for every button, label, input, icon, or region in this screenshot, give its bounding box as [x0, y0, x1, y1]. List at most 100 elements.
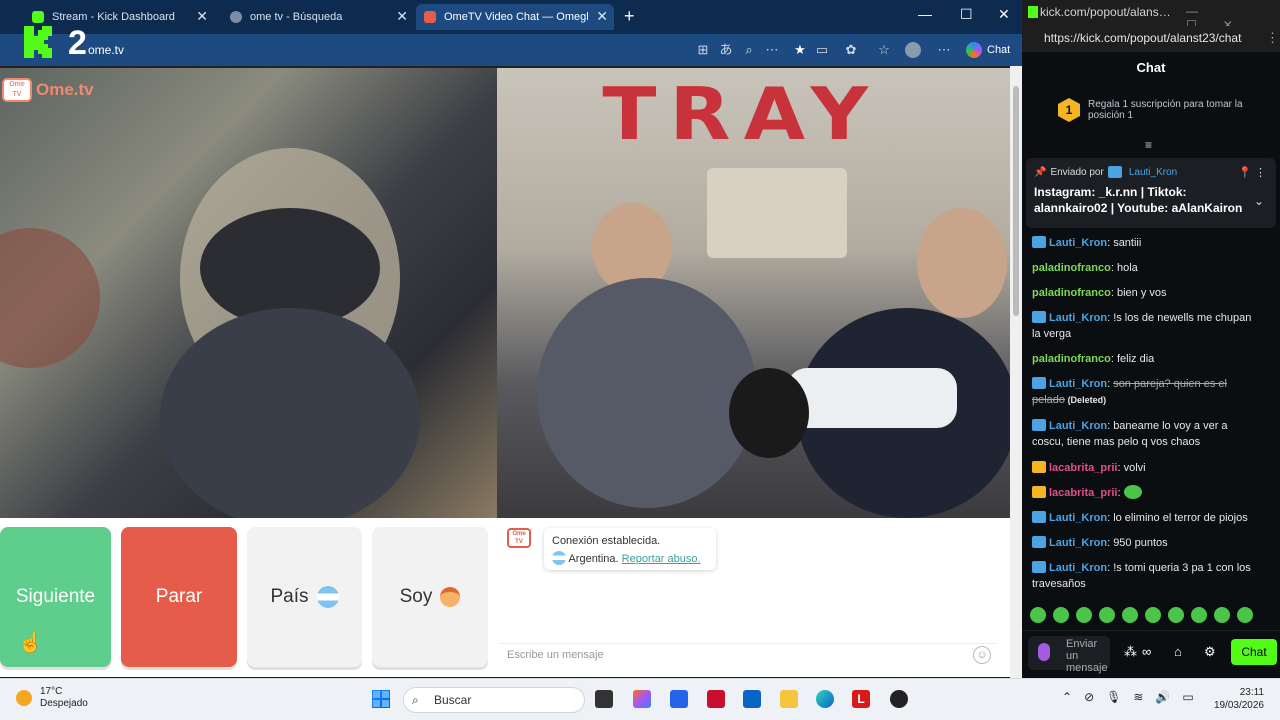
close-window-icon[interactable]: ✕	[998, 6, 1010, 23]
pinned-user[interactable]: Lauti_Kron	[1129, 167, 1177, 178]
taskbar-search[interactable]: ⌕ Buscar	[403, 687, 585, 713]
tab-search[interactable]: ome tv - Búsqueda ✕	[222, 4, 414, 30]
chat-username[interactable]: Lauti_Kron	[1049, 420, 1107, 432]
new-tab-button[interactable]: +	[624, 6, 635, 27]
emote-icon[interactable]	[1191, 607, 1207, 623]
favorites-icon[interactable]: ☆	[876, 42, 892, 58]
chat-username[interactable]: Lauti_Kron	[1049, 378, 1107, 390]
l-app-icon[interactable]: L	[852, 690, 870, 708]
chat-username[interactable]: paladinofranco	[1032, 287, 1111, 299]
network-off-icon[interactable]: ⊘	[1084, 690, 1094, 704]
mic-icon[interactable]	[1038, 643, 1050, 661]
stop-button[interactable]: Parar	[121, 527, 237, 667]
page-scrollbar[interactable]	[1010, 66, 1022, 678]
chevron-up-icon[interactable]: ⌃	[1062, 690, 1072, 704]
emote-icon[interactable]	[1099, 607, 1115, 623]
send-chat-button[interactable]: Chat	[1231, 639, 1277, 665]
emote-icon[interactable]	[1168, 607, 1184, 623]
ometv-logo-box: Ome TV	[2, 78, 32, 102]
obs-icon[interactable]	[890, 690, 908, 708]
next-button[interactable]: Siguiente	[0, 527, 111, 667]
system-message: Conexión establecida. Argentina. Reporta…	[544, 528, 716, 570]
emote-icon[interactable]	[1145, 607, 1161, 623]
chat-username[interactable]: Lauti_Kron	[1049, 237, 1107, 249]
app-available-icon[interactable]: ⊞	[695, 42, 711, 58]
mcafee-icon[interactable]	[707, 690, 725, 708]
tab-ometv[interactable]: OmeTV Video Chat — Omegl ✕	[416, 4, 614, 30]
settings-gear-icon[interactable]: ⚙	[1204, 644, 1216, 660]
emote-bar[interactable]	[1028, 607, 1278, 629]
minimize-icon[interactable]: —	[918, 6, 932, 22]
chat-username[interactable]: lacabrita_prii	[1049, 487, 1117, 499]
overlay-number: 2	[68, 24, 87, 60]
chat-message: Lauti_Kron: !s los de newells me chupan …	[1032, 310, 1262, 342]
copilot-chat-button[interactable]: Chat	[962, 38, 1018, 62]
mod-badge-icon	[1032, 377, 1046, 389]
emote-icon[interactable]	[1053, 607, 1069, 623]
maximize-icon[interactable]: ☐	[960, 6, 973, 23]
volume-icon[interactable]: 🔊	[1155, 690, 1170, 704]
chat-username[interactable]: paladinofranco	[1032, 262, 1111, 274]
close-icon[interactable]: ✕	[196, 8, 208, 25]
chat-username[interactable]: lacabrita_prii	[1049, 462, 1117, 474]
zoom-icon[interactable]: ⌕	[741, 42, 757, 58]
gender-label: Soy	[399, 586, 433, 607]
copilot-app-icon[interactable]	[633, 690, 651, 708]
emoji-picker-icon[interactable]: ☺	[973, 646, 991, 664]
mod-badge-icon	[1032, 536, 1046, 548]
country-text: Argentina.	[568, 553, 619, 565]
emote-icon[interactable]	[1076, 607, 1092, 623]
country-button[interactable]: País	[247, 527, 362, 667]
edge-browser-icon[interactable]	[816, 690, 834, 708]
file-explorer-icon[interactable]	[780, 690, 798, 708]
emote-icon[interactable]	[1214, 607, 1230, 623]
settings-more-icon[interactable]: ⋯	[936, 42, 952, 58]
chat-text: santiii	[1113, 237, 1142, 249]
kick-menu-icon[interactable]: ⋮	[1266, 30, 1279, 46]
store-app-icon[interactable]	[670, 690, 688, 708]
mic-tray-icon[interactable]: 🎙	[1106, 690, 1121, 704]
hand-cursor-icon: ☝	[18, 632, 43, 654]
emote-icon[interactable]	[1030, 607, 1046, 623]
favorite-star-icon[interactable]: ★	[792, 42, 808, 58]
camera-icon[interactable]: ▭	[814, 42, 830, 58]
kick-url-field[interactable]: https://kick.com/popout/alanst23/chat	[1022, 26, 1280, 52]
chat-username[interactable]: Lauti_Kron	[1049, 512, 1107, 524]
scroll-thumb[interactable]	[1013, 86, 1019, 316]
expand-icon[interactable]: ≡	[1145, 138, 1152, 152]
chat-username[interactable]: Lauti_Kron	[1049, 537, 1107, 549]
clock[interactable]: 23:11 19/03/2026	[1210, 686, 1264, 712]
close-icon[interactable]: ✕	[396, 8, 408, 25]
store-icon[interactable]: ⌂	[1174, 644, 1182, 659]
task-view-icon[interactable]	[595, 690, 613, 708]
translate-icon[interactable]: あ	[718, 42, 734, 58]
pin-options-icon[interactable]: 📍 ⋮	[1238, 166, 1266, 179]
profile-avatar-icon[interactable]	[905, 42, 921, 58]
more-tools-icon[interactable]: ⋯	[764, 42, 780, 58]
wifi-icon[interactable]: ≋	[1133, 690, 1143, 704]
copilot-icon	[966, 42, 982, 58]
gift-sub-promo[interactable]: 1 Regala 1 suscripción para tomar la pos…	[1058, 98, 1248, 122]
chat-username[interactable]: Lauti_Kron	[1049, 312, 1107, 324]
message-input[interactable]: Escribe un mensaje	[499, 643, 997, 667]
tab-label: ome tv - Búsqueda	[250, 11, 343, 23]
emote-icon[interactable]	[1237, 607, 1253, 623]
battery-icon[interactable]: ▭	[1182, 690, 1193, 704]
report-abuse-link[interactable]: Reportar abuso.	[622, 553, 701, 565]
chevron-down-icon[interactable]: ⌄	[1254, 194, 1264, 208]
weather-temp: 17°C	[40, 686, 63, 697]
chat-username[interactable]: Lauti_Kron	[1049, 562, 1107, 574]
extensions-icon[interactable]: ✿	[843, 42, 859, 58]
chat-text: 950 puntos	[1113, 537, 1168, 549]
gender-button[interactable]: Soy	[372, 527, 488, 667]
start-windows-icon[interactable]	[372, 690, 390, 708]
chat-message: lacabrita_prii: volvi	[1032, 460, 1262, 476]
chat-username[interactable]: paladinofranco	[1032, 353, 1111, 365]
weather-widget[interactable]: 17°C Despejado	[16, 686, 88, 710]
chat-title: Chat	[1136, 60, 1166, 75]
outlook-icon[interactable]	[743, 690, 761, 708]
points-icon[interactable]: ⁂	[1124, 644, 1137, 660]
close-icon[interactable]: ✕	[596, 8, 608, 25]
infinity-icon[interactable]: ∞	[1142, 644, 1151, 659]
emote-icon[interactable]	[1122, 607, 1138, 623]
